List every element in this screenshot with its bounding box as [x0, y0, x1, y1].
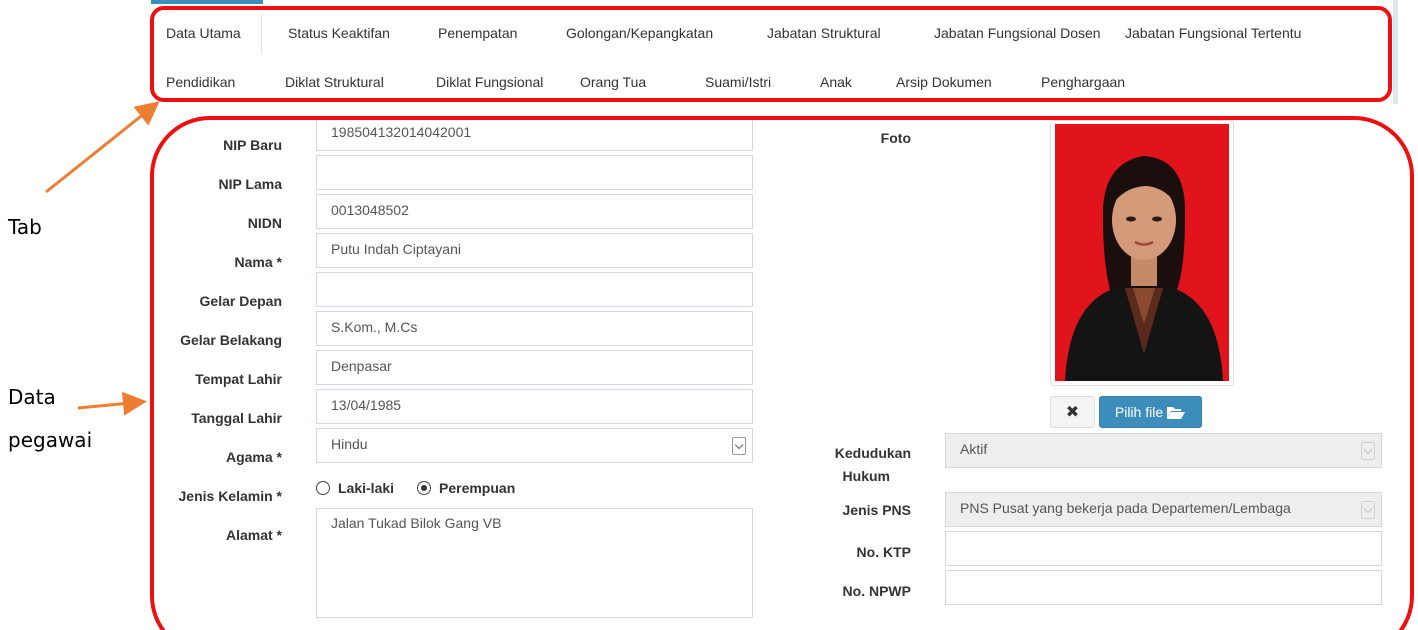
tab-arrow [45, 101, 160, 194]
annotation-arrows [45, 101, 160, 416]
data-pegawai-arrow [77, 391, 147, 416]
tab-annotation-label: Tab [8, 215, 42, 239]
data-pegawai-annotation-line2: pegawai [8, 428, 93, 452]
data-pegawai-annotation-line1: Data [8, 385, 56, 409]
